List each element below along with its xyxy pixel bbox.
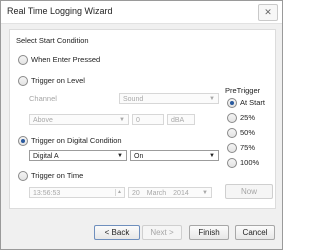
channel-value: Sound [123,96,144,103]
pretrigger-radio-at-start[interactable] [227,98,237,108]
pretrigger-title: PreTrigger [225,86,261,95]
date-day: 20 [132,190,140,197]
time-value: 13:56:53 [33,190,61,197]
pretrigger-label-25[interactable]: 25% [240,113,255,122]
threshold-value: 0 [136,117,140,124]
radio-digital[interactable] [18,136,28,146]
digital-state-dropdown[interactable]: On ▼ [130,150,219,161]
finish-button[interactable]: Finish [189,225,229,240]
pretrigger-label-100[interactable]: 100% [240,158,259,167]
radio-enter[interactable] [18,55,28,65]
pretrigger-label-50[interactable]: 50% [240,128,255,137]
pretrigger-radio-50[interactable] [227,128,237,138]
digital-state-value: On [134,153,144,160]
section-heading: Select Start Condition [16,36,89,45]
radio-time[interactable] [18,171,28,181]
chevron-down-icon: ▼ [209,96,215,102]
radio-level-label[interactable]: Trigger on Level [31,76,85,85]
radio-level[interactable] [18,76,28,86]
radio-digital-label[interactable]: Trigger on Digital Condition [31,136,122,145]
wizard-body: Select Start Condition When Enter Presse… [9,29,276,209]
chevron-down-icon: ▼ [209,153,215,159]
window-title: Real Time Logging Wizard [7,6,113,16]
chevron-down-icon: ▼ [117,153,123,159]
pretrigger-radio-75[interactable] [227,143,237,153]
wizard-window: Real Time Logging Wizard ✕ Select Start … [0,0,283,250]
now-button[interactable]: Now [225,184,273,199]
direction-value: Above [33,117,53,124]
title-bar: Real Time Logging Wizard ✕ [1,1,282,24]
channel-dropdown[interactable]: Sound ▼ [119,93,219,104]
date-year: 2014 [173,190,189,197]
pretrigger-label-at-start[interactable]: At Start [240,98,265,107]
unit-field[interactable]: dBA [167,114,195,125]
cancel-button[interactable]: Cancel [235,225,275,240]
threshold-stepper[interactable]: 0 [132,114,164,125]
pretrigger-group: PreTrigger At Start 25% 50% 75% 100% [225,86,273,172]
pretrigger-radio-100[interactable] [227,158,237,168]
pretrigger-radio-25[interactable] [227,113,237,123]
date-field[interactable]: 20 March 2014 ▼ [128,187,212,198]
digital-input-dropdown[interactable]: Digital A ▼ [29,150,127,161]
close-icon[interactable]: ✕ [258,4,278,21]
next-button[interactable]: Next > [142,225,182,240]
radio-enter-label[interactable]: When Enter Pressed [31,55,100,64]
direction-dropdown[interactable]: Above ▼ [29,114,129,125]
chevron-down-icon: ▼ [119,117,125,123]
unit-value: dBA [171,117,185,124]
date-month: March [146,190,167,197]
digital-input-value: Digital A [33,153,59,160]
chevron-down-icon: ▼ [202,190,208,196]
channel-label: Channel [29,94,57,103]
pretrigger-label-75[interactable]: 75% [240,143,255,152]
spinner-arrows-icon[interactable]: ▲ [115,189,123,196]
back-button[interactable]: < Back [94,225,140,240]
radio-time-label[interactable]: Trigger on Time [31,171,83,180]
time-field[interactable]: 13:56:53 ▲ [29,187,125,198]
